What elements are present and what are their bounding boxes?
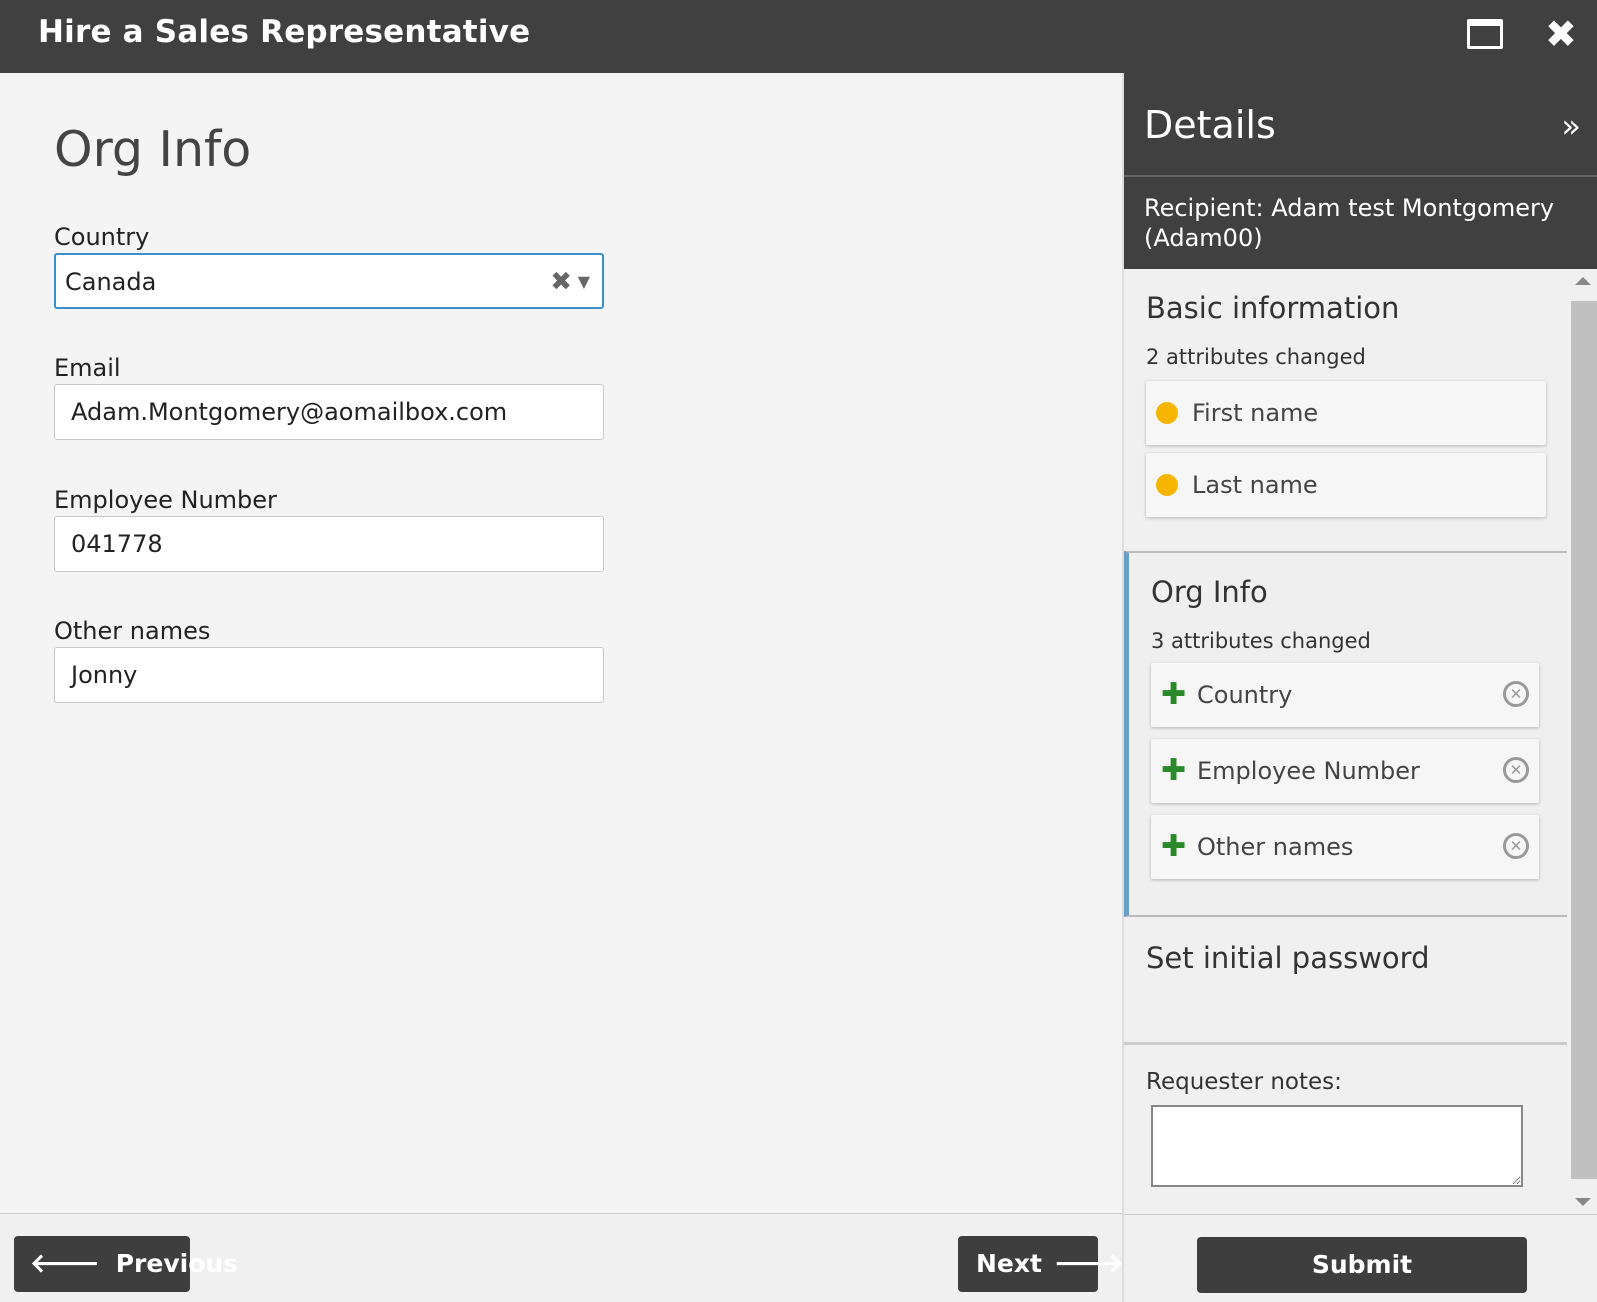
details-scrollbar[interactable] xyxy=(1567,269,1597,1214)
added-attribute-country[interactable]: ✚ Country ✕ xyxy=(1151,663,1539,727)
previous-button[interactable]: 🡐 Previous xyxy=(14,1236,238,1292)
chevron-down-icon[interactable]: ▼ xyxy=(578,255,590,309)
scrollbar-thumb[interactable] xyxy=(1571,301,1597,1179)
section-change-count: 3 attributes changed xyxy=(1151,629,1371,653)
attribute-label: Employee Number xyxy=(1197,757,1420,785)
section-title: Org Info xyxy=(1151,575,1268,609)
email-label: Email xyxy=(54,354,121,382)
window-close-icon[interactable]: ✖ xyxy=(1545,12,1577,56)
arrow-left-icon: 🡐 xyxy=(30,1249,100,1279)
section-title: Set initial password xyxy=(1146,941,1430,975)
wizard-footer: 🡐 Previous Next 🡒 xyxy=(0,1213,1124,1302)
attribute-label: Other names xyxy=(1197,833,1354,861)
next-button[interactable]: Next 🡒 xyxy=(958,1236,1124,1292)
form-area: Org Info Country Canada ✖ ▼ Email Adam.M… xyxy=(0,73,1122,1213)
added-attribute-other-names[interactable]: ✚ Other names ✕ xyxy=(1151,815,1539,879)
window-maximize-icon[interactable] xyxy=(1467,19,1503,49)
changed-dot-icon xyxy=(1156,474,1178,496)
window-title: Hire a Sales Representative xyxy=(38,14,531,50)
scroll-down-arrow-icon[interactable] xyxy=(1575,1198,1591,1206)
recipient-info: Recipient: Adam test Montgomery (Adam00) xyxy=(1124,177,1597,269)
arrow-right-icon: 🡒 xyxy=(1053,1249,1124,1279)
email-field[interactable]: Adam.Montgomery@aomailbox.com xyxy=(54,384,604,440)
scroll-up-arrow-icon[interactable] xyxy=(1575,277,1591,285)
other-names-label: Other names xyxy=(54,617,211,645)
submit-button[interactable]: Submit xyxy=(1197,1237,1527,1293)
details-footer: Submit xyxy=(1124,1214,1597,1302)
employee-number-field[interactable]: 041778 xyxy=(54,516,604,572)
changed-attribute-last-name[interactable]: Last name xyxy=(1146,453,1546,517)
remove-circle-icon[interactable]: ✕ xyxy=(1503,757,1529,783)
requester-notes-input[interactable] xyxy=(1151,1105,1523,1187)
section-org-info[interactable]: Org Info 3 attributes changed ✚ Country … xyxy=(1124,551,1567,917)
section-basic-information[interactable]: Basic information 2 attributes changed F… xyxy=(1124,269,1567,551)
previous-button-label: Previous xyxy=(115,1249,239,1278)
details-panel: Details » Recipient: Adam test Montgomer… xyxy=(1122,73,1597,1302)
attribute-label: Country xyxy=(1197,681,1293,709)
country-select[interactable]: Canada ✖ ▼ xyxy=(54,253,604,309)
title-bar: Hire a Sales Representative ✖ xyxy=(0,0,1597,73)
attribute-label: First name xyxy=(1192,399,1319,427)
plus-icon: ✚ xyxy=(1161,829,1187,864)
section-change-count: 2 attributes changed xyxy=(1146,345,1366,369)
section-title: Basic information xyxy=(1146,291,1400,325)
remove-circle-icon[interactable]: ✕ xyxy=(1503,681,1529,707)
attribute-label: Last name xyxy=(1192,471,1318,499)
remove-circle-icon[interactable]: ✕ xyxy=(1503,833,1529,859)
details-scroll-area: Basic information 2 attributes changed F… xyxy=(1124,269,1567,1214)
clear-selection-icon[interactable]: ✖ xyxy=(550,255,572,309)
details-header: Details » xyxy=(1124,73,1597,177)
other-names-field[interactable]: Jonny xyxy=(54,647,604,703)
page-title: Org Info xyxy=(54,121,252,178)
requester-notes-label: Requester notes: xyxy=(1146,1069,1342,1095)
section-set-initial-password[interactable]: Set initial password xyxy=(1124,917,1567,1045)
plus-icon: ✚ xyxy=(1161,753,1187,788)
changed-attribute-first-name[interactable]: First name xyxy=(1146,381,1546,445)
details-title: Details xyxy=(1144,103,1276,147)
added-attribute-employee-number[interactable]: ✚ Employee Number ✕ xyxy=(1151,739,1539,803)
country-label: Country xyxy=(54,223,150,251)
employee-number-label: Employee Number xyxy=(54,486,277,514)
changed-dot-icon xyxy=(1156,402,1178,424)
collapse-panel-icon[interactable]: » xyxy=(1561,107,1581,145)
next-button-label: Next xyxy=(976,1249,1042,1278)
plus-icon: ✚ xyxy=(1161,677,1187,712)
country-value: Canada xyxy=(65,268,157,296)
